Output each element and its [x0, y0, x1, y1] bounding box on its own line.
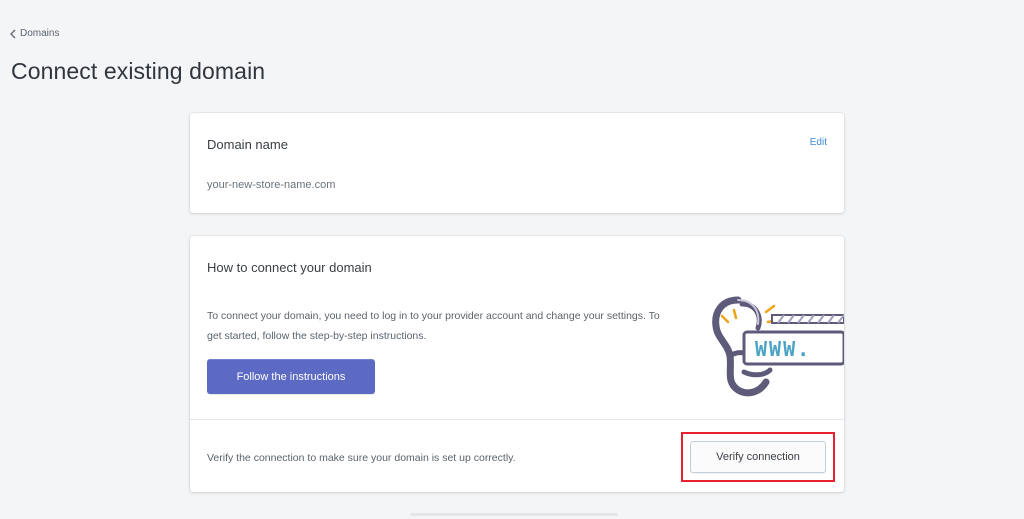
breadcrumb[interactable]: Domains — [10, 28, 59, 39]
domain-name-card: Domain name Edit your-new-store-name.com — [190, 113, 844, 213]
page: Domains Connect existing domain Domain n… — [0, 0, 1024, 519]
connect-domain-card: How to connect your domain To connect yo… — [190, 236, 844, 492]
verify-connection-button[interactable]: Verify connection — [690, 441, 826, 473]
banner-stripes — [771, 314, 844, 324]
www-link-illustration: WWW. — [712, 296, 844, 397]
domain-name-value: your-new-store-name.com — [207, 179, 336, 191]
connect-heading: How to connect your domain — [207, 260, 372, 275]
card-divider — [190, 419, 844, 420]
spark-marks — [720, 304, 780, 324]
verify-description: Verify the connection to make sure your … — [207, 452, 516, 464]
follow-instructions-button[interactable]: Follow the instructions — [207, 359, 375, 394]
www-banner-text: WWW. — [755, 337, 811, 361]
chevron-left-icon — [10, 29, 16, 38]
domain-name-label: Domain name — [207, 137, 288, 152]
page-title: Connect existing domain — [11, 58, 266, 84]
edit-link[interactable]: Edit — [810, 137, 827, 148]
scroll-hint — [410, 513, 618, 516]
connect-description: To connect your domain, you need to log … — [207, 310, 660, 342]
breadcrumb-label: Domains — [20, 28, 60, 39]
